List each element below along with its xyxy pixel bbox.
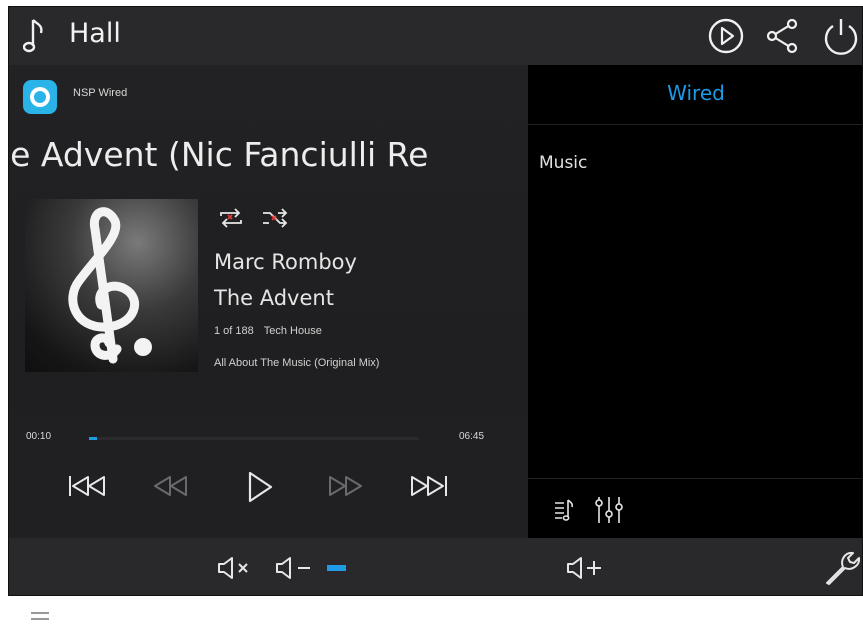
skip-previous-icon[interactable] — [67, 470, 109, 506]
volume-level-indicator[interactable] — [327, 565, 346, 571]
album-art — [25, 199, 198, 372]
next-song: All About The Music (Original Mix) — [214, 357, 380, 369]
browser-title[interactable]: Wired — [528, 81, 862, 105]
share-icon[interactable] — [764, 17, 802, 59]
bottom-bar — [0, 596, 863, 633]
track-title: The Advent (Nic Fanciulli Re — [9, 135, 429, 174]
app-frame: Hall NSP Wired The Advent (Nic Fanciulli… — [8, 6, 863, 596]
shuffle-off-icon[interactable] — [261, 207, 289, 233]
browser-item-music[interactable]: Music — [539, 153, 587, 173]
browser-header: Wired — [528, 65, 862, 125]
equalizer-icon[interactable] — [594, 495, 624, 529]
zone-title: Hall — [69, 18, 121, 49]
menu-icon[interactable] — [30, 607, 50, 626]
now-playing-panel: NSP Wired The Advent (Nic Fanciulli Re M… — [9, 65, 528, 538]
track-meta: 1 of 188 Tech House — [214, 325, 322, 337]
skip-next-icon[interactable] — [407, 470, 449, 506]
track-position: 1 of 188 — [214, 325, 254, 337]
volume-bar — [9, 538, 862, 595]
fast-forward-icon[interactable] — [325, 470, 365, 506]
music-note-icon — [22, 16, 51, 60]
track-genre: Tech House — [263, 325, 322, 337]
queue-music-icon[interactable] — [554, 497, 574, 527]
track-title-marquee: The Advent (Nic Fanciulli Re — [9, 135, 528, 185]
browser-footer — [528, 478, 862, 538]
header-bar: Hall — [9, 7, 862, 65]
power-icon[interactable] — [821, 17, 861, 61]
elapsed-time: 00:10 — [26, 431, 52, 442]
mute-icon[interactable] — [217, 555, 257, 585]
nsp-logo-icon — [23, 80, 57, 114]
duration-time: 06:45 — [459, 431, 485, 442]
volume-up-icon[interactable] — [566, 555, 606, 585]
album-name: The Advent — [214, 286, 334, 310]
browser-panel: Wired Music — [528, 65, 862, 538]
volume-down-icon[interactable] — [275, 555, 315, 585]
play-circle-icon[interactable] — [707, 17, 745, 59]
play-icon[interactable] — [245, 470, 275, 508]
transport-controls — [9, 470, 528, 510]
rewind-icon[interactable] — [151, 470, 191, 506]
source-name: NSP Wired — [73, 87, 128, 99]
progress-bar[interactable] — [89, 437, 419, 440]
repeat-off-icon[interactable] — [217, 207, 245, 233]
artist-name: Marc Romboy — [214, 250, 357, 274]
wrench-icon[interactable] — [821, 547, 861, 591]
progress-fill — [89, 437, 97, 440]
